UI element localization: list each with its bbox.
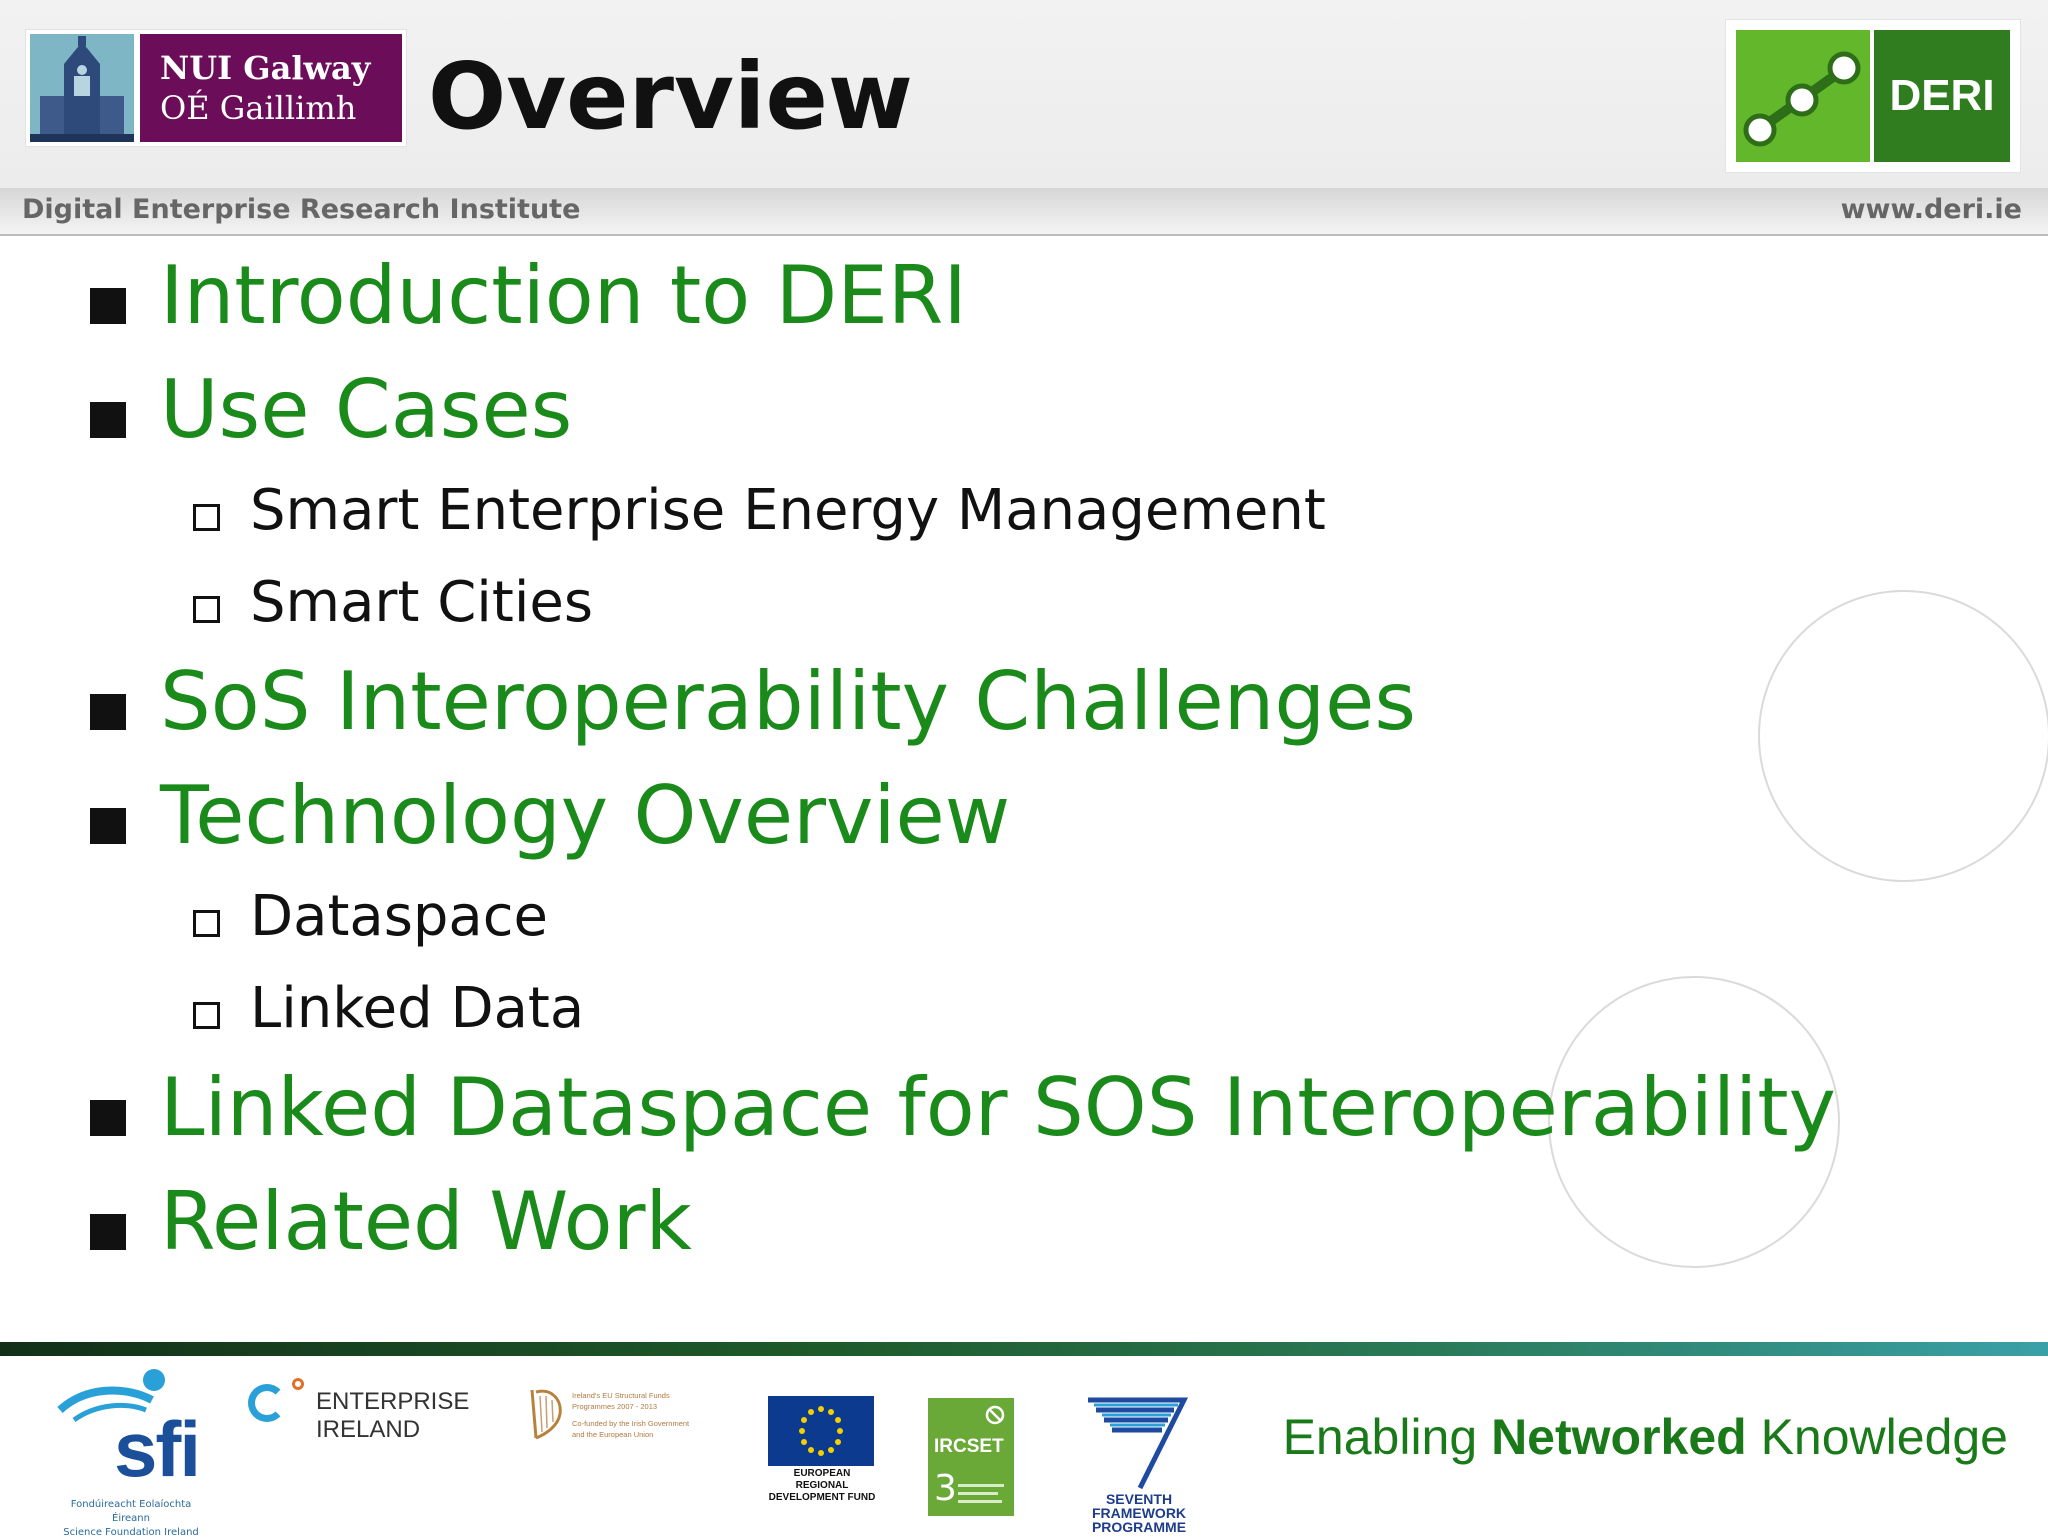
filled-square-bullet-icon [90, 402, 126, 438]
decorative-circle [1758, 590, 2048, 882]
deri-logo: DERI [1726, 20, 2020, 172]
filled-square-bullet-icon [90, 288, 126, 324]
tagline-prefix: Enabling [1282, 1409, 1492, 1465]
ireland-line: IRELAND [316, 1416, 421, 1443]
sfi-caption: Fondúireacht Eolaíochta Éireann Science … [56, 1498, 206, 1540]
ircset-three-icon: 3 [934, 1468, 1004, 1509]
filled-square-bullet-icon [90, 694, 126, 730]
outline-item-text: Technology Overview [160, 769, 1011, 862]
open-square-bullet-icon [193, 504, 220, 531]
structural-funds-logo: Ireland's EU Structural Funds Programmes… [526, 1386, 716, 1446]
outline-item-text: SoS Interoperability Challenges [160, 655, 1417, 748]
outline-item-text: Linked Dataspace for SOS Interoperabilit… [160, 1061, 1836, 1154]
erdf-line: EUROPEAN REGIONAL [793, 1468, 851, 1491]
structural-funds-line: and the European Union [572, 1430, 654, 1439]
sfi-caption-irish: Fondúireacht Eolaíochta Éireann [70, 1499, 192, 1524]
slide-title: Overview [428, 43, 913, 150]
enterprise-line: ENTERPRISE [316, 1388, 470, 1415]
website-link[interactable]: www.deri.ie [1841, 194, 2022, 225]
outline-subitem-text: Dataspace [250, 884, 548, 949]
fp7-line: SEVENTH FRAMEWORK [1091, 1491, 1187, 1521]
tagline-bold: Networked [1491, 1409, 1747, 1465]
university-name-english: NUI Galway [160, 49, 371, 87]
filled-square-bullet-icon [90, 1214, 126, 1250]
enterprise-ireland-wordmark: ENTERPRISE IRELAND [316, 1388, 469, 1444]
filled-square-bullet-icon [90, 1100, 126, 1136]
sfi-caption-english: Science Foundation Ireland [63, 1527, 199, 1538]
institute-bar: Digital Enterprise Research Institute ww… [0, 188, 2048, 236]
university-tower-icon [30, 34, 134, 142]
structural-funds-text: Ireland's EU Structural Funds Programmes… [572, 1390, 716, 1440]
ircset-wordmark: IRCSET [934, 1436, 1004, 1457]
outline-item-text: Related Work [160, 1175, 692, 1268]
ircset-emblem-icon [985, 1405, 1005, 1425]
deri-wordmark: DERI [1874, 30, 2010, 162]
enterprise-ireland-e-icon [248, 1384, 286, 1422]
university-name: NUI Galway OÉ Gaillimh [140, 34, 402, 142]
outline-item-text: Introduction to DERI [160, 249, 967, 342]
outline-subitem-text: Smart Cities [250, 570, 593, 635]
erdf-logo: EUROPEAN REGIONAL DEVELOPMENT FUND [766, 1396, 878, 1503]
university-name-irish: OÉ Gaillimh [160, 89, 357, 127]
outline-item-text: Use Cases [160, 363, 573, 456]
open-square-bullet-icon [193, 596, 220, 623]
footer-divider-band [0, 1342, 2048, 1356]
svg-text:3: 3 [934, 1468, 957, 1509]
eu-flag-icon [768, 1396, 874, 1466]
harp-icon [530, 1389, 562, 1440]
open-square-bullet-icon [193, 910, 220, 937]
fp7-seven-icon [1088, 1397, 1189, 1490]
structural-funds-line: Programmes 2007 - 2013 [572, 1402, 658, 1411]
tagline: Enabling Networked Knowledge [1283, 1408, 2008, 1466]
outline-subitem-text: Smart Enterprise Energy Management [250, 478, 1326, 543]
ircset-logo: IRCSET 3 [928, 1398, 1014, 1516]
linked-nodes-icon [1736, 30, 1870, 162]
structural-funds-line: Ireland's EU Structural Funds [572, 1391, 670, 1400]
filled-square-bullet-icon [90, 808, 126, 844]
sfi-wordmark: sfi [114, 1405, 201, 1493]
tagline-suffix: Knowledge [1746, 1409, 2008, 1465]
structural-funds-line: Co-funded by the Irish Government [572, 1419, 690, 1428]
enterprise-ireland-logo: ENTERPRISE IRELAND [248, 1378, 469, 1448]
nui-galway-logo: NUI Galway OÉ Gaillimh [26, 30, 406, 146]
open-square-bullet-icon [193, 1002, 220, 1029]
sfi-logo: sfi Fondúireacht Eolaíochta Éireann Scie… [56, 1366, 206, 1538]
slide-header: NUI Galway OÉ Gaillimh Overview DERI [0, 0, 2048, 188]
sponsor-footer: sfi Fondúireacht Eolaíochta Éireann Scie… [0, 1356, 2048, 1538]
outline-subitem-text: Linked Data [250, 976, 585, 1041]
erdf-line: DEVELOPMENT FUND [768, 1492, 876, 1503]
fp7-line: PROGRAMME [1091, 1519, 1187, 1535]
enterprise-ireland-dot-icon [292, 1378, 304, 1390]
fp7-logo: SEVENTH FRAMEWORK PROGRAMME [1064, 1392, 1214, 1534]
fp7-text: SEVENTH FRAMEWORK PROGRAMME [1064, 1492, 1214, 1534]
erdf-text: EUROPEAN REGIONAL DEVELOPMENT FUND [766, 1468, 878, 1504]
institute-name: Digital Enterprise Research Institute [22, 194, 581, 225]
